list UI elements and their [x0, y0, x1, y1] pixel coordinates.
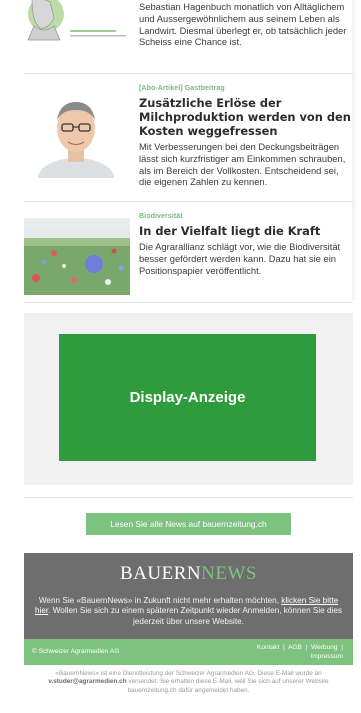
brand-part-1: BAUERN [120, 563, 202, 584]
display-ad[interactable]: Display-Anzeige [59, 334, 316, 461]
article-headline[interactable]: Zusätzliche Erlöse der Milchproduktion w… [139, 96, 351, 138]
article-text: Biodiversität In der Vielfalt liegt die … [139, 212, 351, 276]
article-teaser: Sebastian Hagenbuch monatlich von Alltäg… [139, 1, 347, 48]
unsubscribe-text-before: Wenn Sie «BauernNews» in Zukunft nicht m… [38, 596, 282, 605]
legal-text-2: versendet. Sie erhalten diese E-Mail, we… [126, 678, 329, 694]
read-all-news-button[interactable]: Lesen Sie alle News auf bauernzeitung.ch [86, 513, 291, 535]
footer-link-impressum[interactable]: Impressum [310, 653, 343, 660]
article-teaser: Mit Verbesserungen bei den Deckungsbeitr… [139, 141, 346, 188]
divider [24, 73, 353, 74]
legal-notice: «BauernNews» ist eine Dienstleistung der… [24, 670, 353, 695]
article-item[interactable]: Biodiversität In der Vielfalt liegt die … [24, 212, 353, 297]
brand-part-2: NEWS [201, 563, 257, 584]
article-thumbnail[interactable] [24, 0, 130, 45]
divider [24, 302, 353, 303]
ad-container: Display-Anzeige [24, 313, 353, 485]
footer-links: Kontakt | AGB | Werbung | Impressum [256, 644, 343, 660]
article-text: Sebastian Hagenbuch monatlich von Alltäg… [139, 0, 351, 48]
unsubscribe-message: Wenn Sie «BauernNews» in Zukunft nicht m… [32, 596, 345, 627]
article-thumbnail[interactable] [24, 90, 130, 178]
article-text: [Abo-Artikel] Gastbeitrag Zusätzliche Er… [139, 84, 351, 188]
newsletter-page: Sebastian Hagenbuch monatlich von Alltäg… [0, 0, 361, 713]
article-teaser: Die Agrarallianz schlägt vor, wie die Bi… [139, 241, 341, 276]
divider [24, 201, 353, 202]
footer-link-kontakt[interactable]: Kontakt [257, 644, 279, 651]
legal-text-1: «BauernNews» ist eine Dienstleistung der… [55, 670, 322, 677]
footer-link-werbung[interactable]: Werbung [311, 644, 338, 651]
ad-label: Display-Anzeige [129, 389, 246, 406]
unsubscribe-text-after: . Wollen Sie sich zu einem späteren Zeit… [48, 606, 343, 626]
footer-link-agb[interactable]: AGB [288, 644, 302, 651]
article-headline[interactable]: In der Vielfalt liegt die Kraft [139, 224, 351, 238]
article-item[interactable]: Sebastian Hagenbuch monatlich von Alltäg… [24, 0, 353, 70]
copyright: © Schweizer Agrarmedien AG [32, 648, 120, 655]
brand-logo: BAUERNNEWS [24, 563, 353, 585]
article-kicker: [Abo-Artikel] Gastbeitrag [139, 85, 225, 92]
footer: BAUERNNEWS Wenn Sie «BauernNews» in Zuku… [24, 553, 353, 639]
footer-bar: © Schweizer Agrarmedien AG Kontakt | AGB… [24, 639, 353, 665]
article-kicker: Biodiversität [139, 213, 183, 220]
recipient-email: v.studer@agrarmedien.ch [48, 678, 127, 686]
article-item[interactable]: [Abo-Artikel] Gastbeitrag Zusätzliche Er… [24, 84, 353, 196]
article-thumbnail[interactable] [24, 218, 130, 295]
divider [24, 497, 353, 498]
